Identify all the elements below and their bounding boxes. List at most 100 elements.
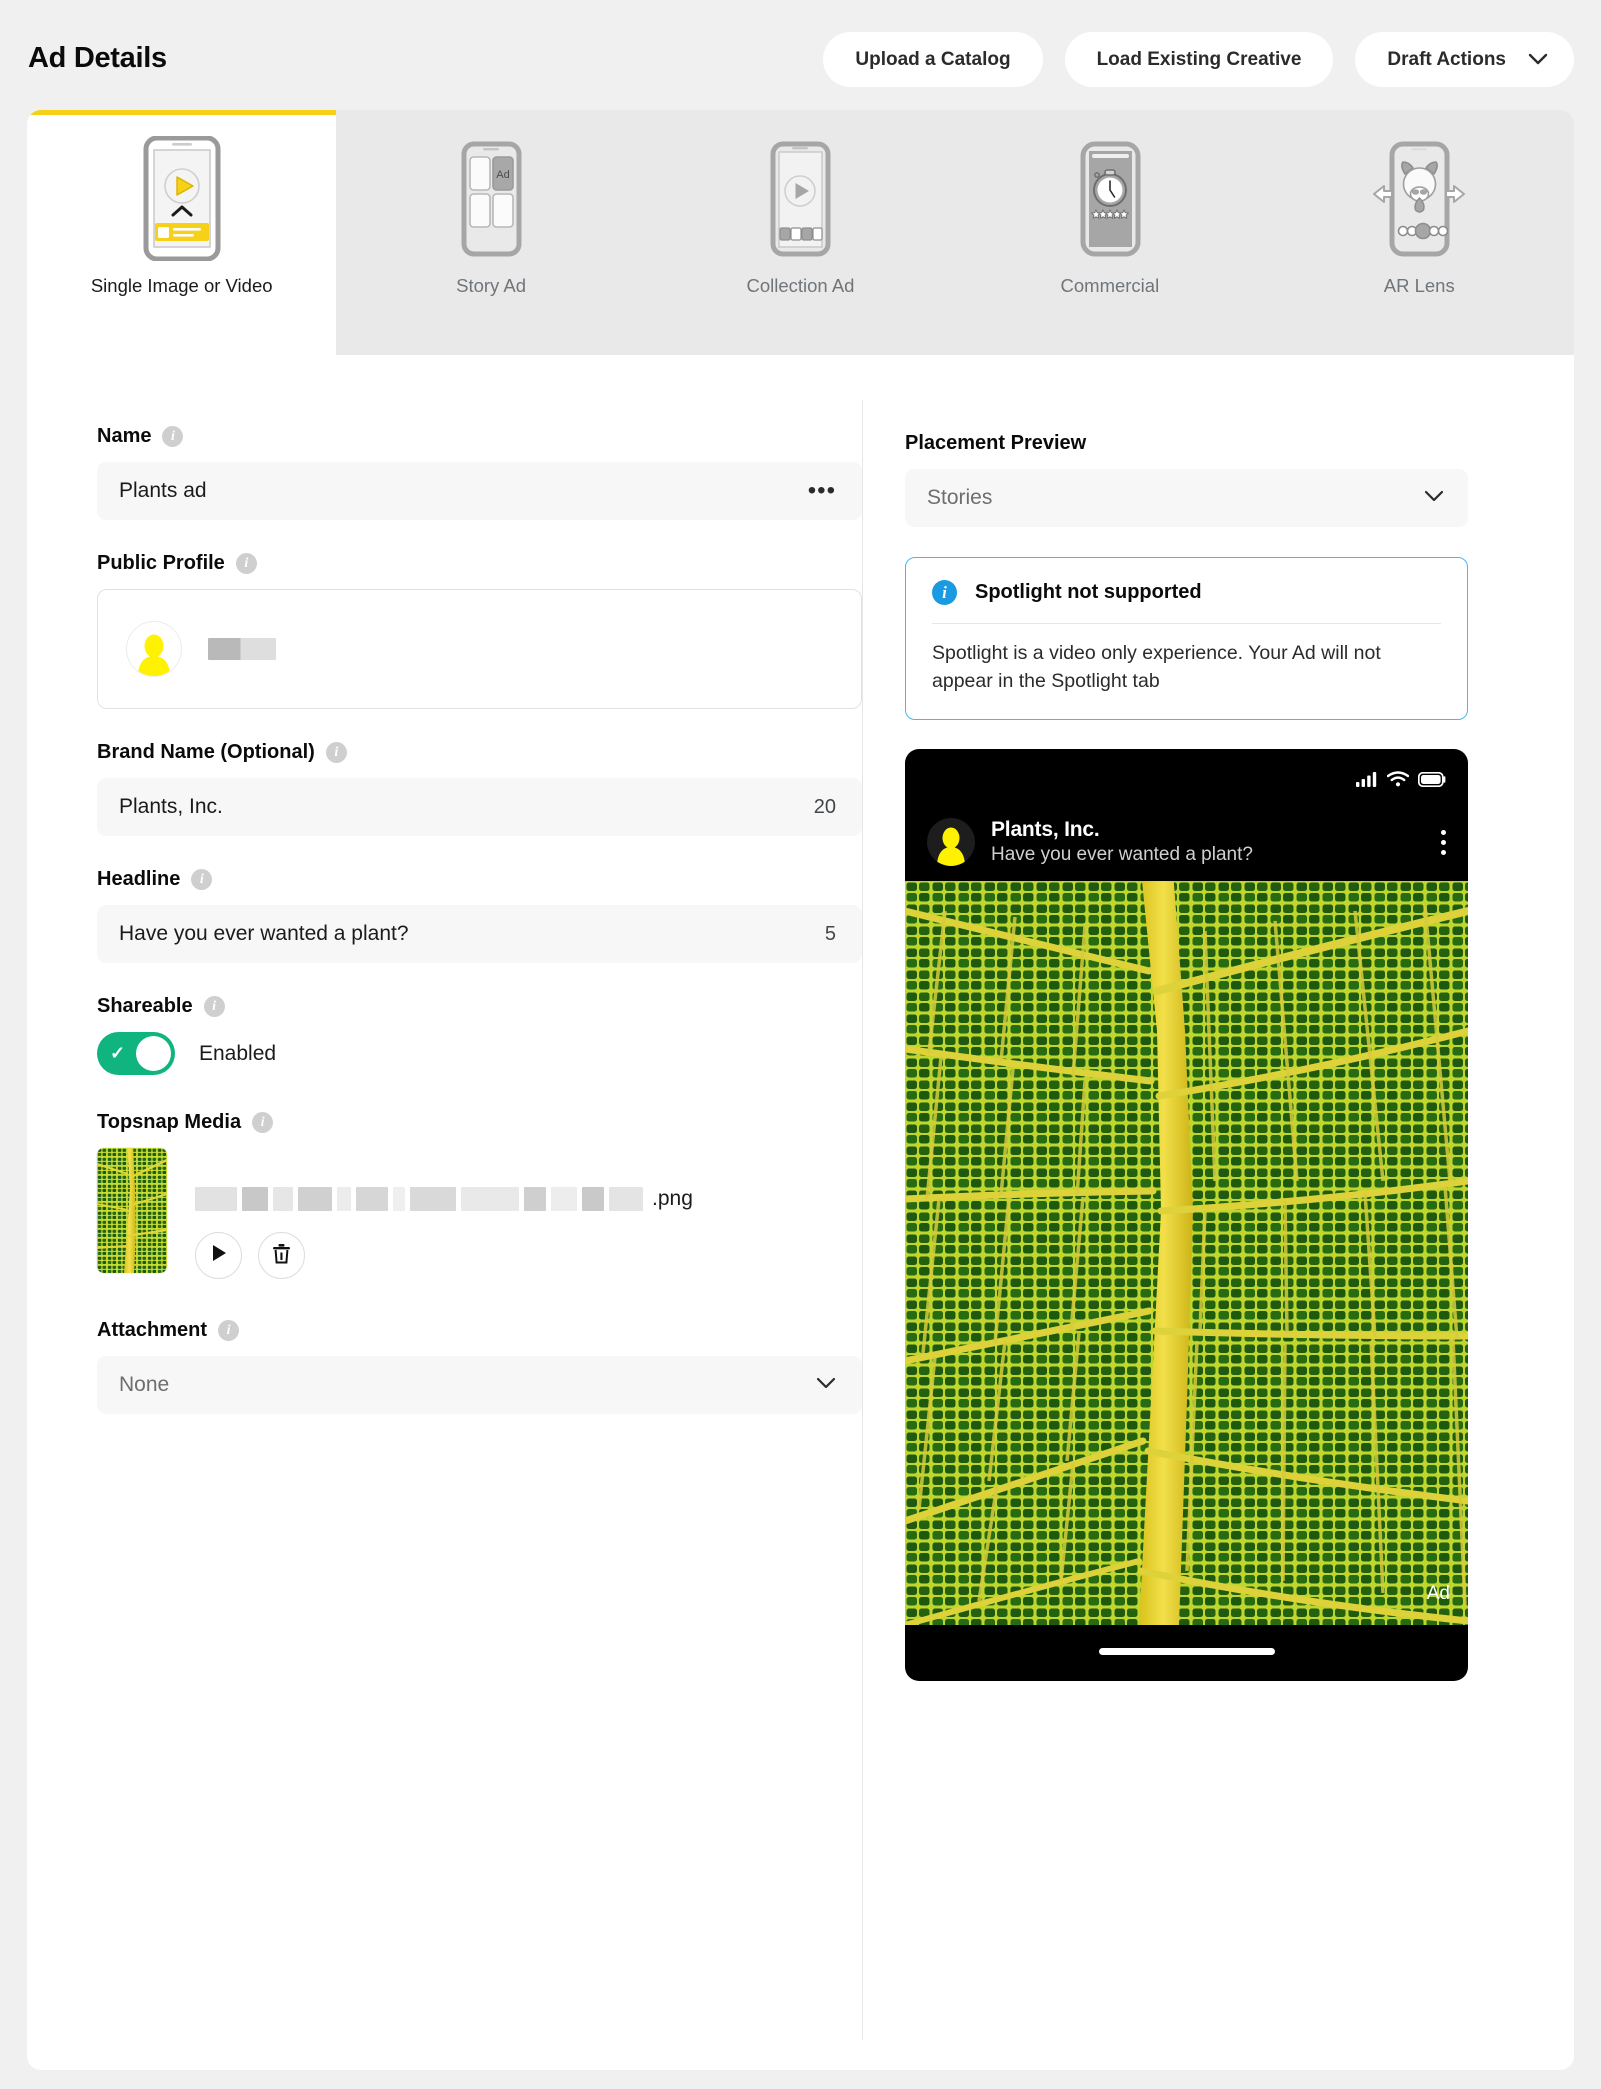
page-header: Ad Details Upload a Catalog Load Existin… <box>0 0 1601 110</box>
status-bar <box>1356 771 1446 792</box>
page-title: Ad Details <box>28 42 167 74</box>
commercial-icon <box>1070 128 1150 268</box>
label-topsnap-media: Topsnap Media i <box>97 1111 862 1134</box>
toggle-knob <box>136 1036 171 1071</box>
header-actions: Upload a Catalog Load Existing Creative … <box>823 32 1574 87</box>
info-icon: i <box>932 580 957 605</box>
tab-collection-ad[interactable]: Collection Ad <box>646 110 955 355</box>
field-headline: Headline i Have you ever wanted a plant?… <box>97 868 862 963</box>
placement-value: Stories <box>927 486 993 509</box>
load-existing-creative-button[interactable]: Load Existing Creative <box>1064 32 1334 87</box>
ad-label: Ad <box>1426 1583 1450 1605</box>
tab-label-ar-lens: AR Lens <box>1383 275 1455 296</box>
label-public-profile: Public Profile i <box>97 552 862 575</box>
label-topsnap-media-text: Topsnap Media <box>97 1111 242 1133</box>
collection-ad-icon <box>760 128 840 268</box>
avatar <box>126 621 182 677</box>
label-public-profile-text: Public Profile <box>97 552 225 574</box>
info-icon[interactable]: i <box>191 869 213 890</box>
label-name: Name i <box>97 425 862 448</box>
notice-title: Spotlight not supported <box>975 581 1202 603</box>
tab-label-story-ad: Story Ad <box>456 275 527 296</box>
more-options-icon[interactable] <box>1441 829 1446 855</box>
headline-value: Have you ever wanted a plant? <box>119 922 409 945</box>
info-icon[interactable]: i <box>235 553 257 574</box>
attachment-value: None <box>119 1373 170 1396</box>
column-divider <box>862 400 863 2040</box>
label-headline-text: Headline <box>97 868 181 890</box>
shareable-state-label: Enabled <box>199 1041 277 1065</box>
media-thumbnail[interactable] <box>97 1148 167 1273</box>
upload-catalog-button[interactable]: Upload a Catalog <box>823 32 1043 87</box>
info-icon[interactable]: i <box>162 426 184 447</box>
draft-actions-button[interactable]: Draft Actions <box>1355 32 1574 87</box>
play-button[interactable] <box>195 1232 242 1279</box>
name-input-value: Plants ad <box>119 479 207 502</box>
play-icon <box>211 1244 227 1267</box>
ad-format-tabs: Single Image or Video Ad Story Ad Collec… <box>27 110 1574 355</box>
ad-details-page: Ad Details Upload a Catalog Load Existin… <box>0 0 1601 2089</box>
info-icon[interactable]: i <box>203 996 225 1017</box>
preview-ad-names: Plants, Inc. Have you ever wanted a plan… <box>991 818 1253 866</box>
preview-ad-header: Plants, Inc. Have you ever wanted a plan… <box>927 811 1446 873</box>
preview-brand-name: Plants, Inc. <box>991 818 1100 842</box>
brand-name-char-counter: 20 <box>813 795 836 818</box>
info-icon[interactable]: i <box>325 742 347 763</box>
public-profile-selector[interactable] <box>97 589 862 709</box>
wifi-icon <box>1386 771 1410 792</box>
info-icon[interactable]: i <box>218 1320 240 1341</box>
phone-preview: Plants, Inc. Have you ever wanted a plan… <box>905 749 1468 1682</box>
label-shareable: Shareable i <box>97 995 862 1018</box>
leaf-photo <box>905 881 1468 1626</box>
attachment-select[interactable]: None <box>97 1356 862 1414</box>
field-public-profile: Public Profile i <box>97 552 862 709</box>
check-icon: ✓ <box>110 1043 126 1063</box>
tab-label-single-image-or-video: Single Image or Video <box>90 275 273 296</box>
placement-select[interactable]: Stories <box>905 469 1468 527</box>
home-indicator <box>1098 1648 1275 1656</box>
chevron-down-icon <box>1528 49 1548 71</box>
info-icon[interactable]: i <box>252 1112 274 1133</box>
draft-actions-label: Draft Actions <box>1387 48 1506 70</box>
headline-input[interactable]: Have you ever wanted a plant? 5 <box>97 905 862 963</box>
label-name-text: Name <box>97 425 152 447</box>
single-image-video-icon <box>142 128 222 268</box>
brand-name-value: Plants, Inc. <box>119 795 223 818</box>
shareable-toggle[interactable]: ✓ <box>97 1032 175 1075</box>
ad-form: Name i Plants ad ••• Public Profile i Br… <box>27 355 863 2070</box>
name-input[interactable]: Plants ad ••• <box>97 462 862 520</box>
tab-story-ad[interactable]: Ad Story Ad <box>336 110 645 355</box>
label-attachment: Attachment i <box>97 1319 862 1342</box>
card-body: Name i Plants ad ••• Public Profile i Br… <box>27 355 1574 2070</box>
media-actions <box>195 1232 693 1279</box>
field-shareable: Shareable i ✓ Enabled <box>97 995 862 1075</box>
label-brand-name: Brand Name (Optional) i <box>97 741 862 764</box>
tab-single-image-or-video[interactable]: Single Image or Video <box>27 110 337 355</box>
cellular-signal-icon <box>1356 771 1378 792</box>
preview-media: Ad <box>905 881 1468 1626</box>
more-options-icon[interactable]: ••• <box>808 479 836 503</box>
brand-name-input[interactable]: Plants, Inc. 20 <box>97 778 862 836</box>
label-attachment-text: Attachment <box>97 1319 208 1341</box>
chevron-down-icon <box>816 1376 836 1394</box>
shareable-row: ✓ Enabled <box>97 1032 862 1075</box>
spotlight-notice: i Spotlight not supported Spotlight is a… <box>905 557 1468 721</box>
tab-ar-lens[interactable]: AR Lens <box>1265 110 1574 355</box>
field-name: Name i Plants ad ••• <box>97 425 862 520</box>
placement-preview-panel: Placement Preview Stories i Spotlight no… <box>862 355 1574 2070</box>
tab-commercial[interactable]: Commercial <box>955 110 1264 355</box>
notice-divider <box>932 623 1441 624</box>
label-brand-name-text: Brand Name (Optional) <box>97 741 315 763</box>
delete-button[interactable] <box>258 1232 305 1279</box>
notice-body: Spotlight is a video only experience. Yo… <box>932 642 1381 692</box>
media-details: .png <box>195 1148 693 1279</box>
ad-details-card: Single Image or Video Ad Story Ad Collec… <box>27 110 1574 2070</box>
headline-char-counter: 5 <box>824 922 836 945</box>
label-shareable-text: Shareable <box>97 995 193 1017</box>
field-topsnap-media: Topsnap Media i .png <box>97 1111 862 1279</box>
svg-text:Ad: Ad <box>496 169 509 181</box>
ar-lens-icon <box>1367 128 1471 268</box>
placement-preview-label: Placement Preview <box>905 432 1087 454</box>
filename-extension: .png <box>652 1187 693 1210</box>
preview-headline: Have you ever wanted a plant? <box>991 844 1253 866</box>
